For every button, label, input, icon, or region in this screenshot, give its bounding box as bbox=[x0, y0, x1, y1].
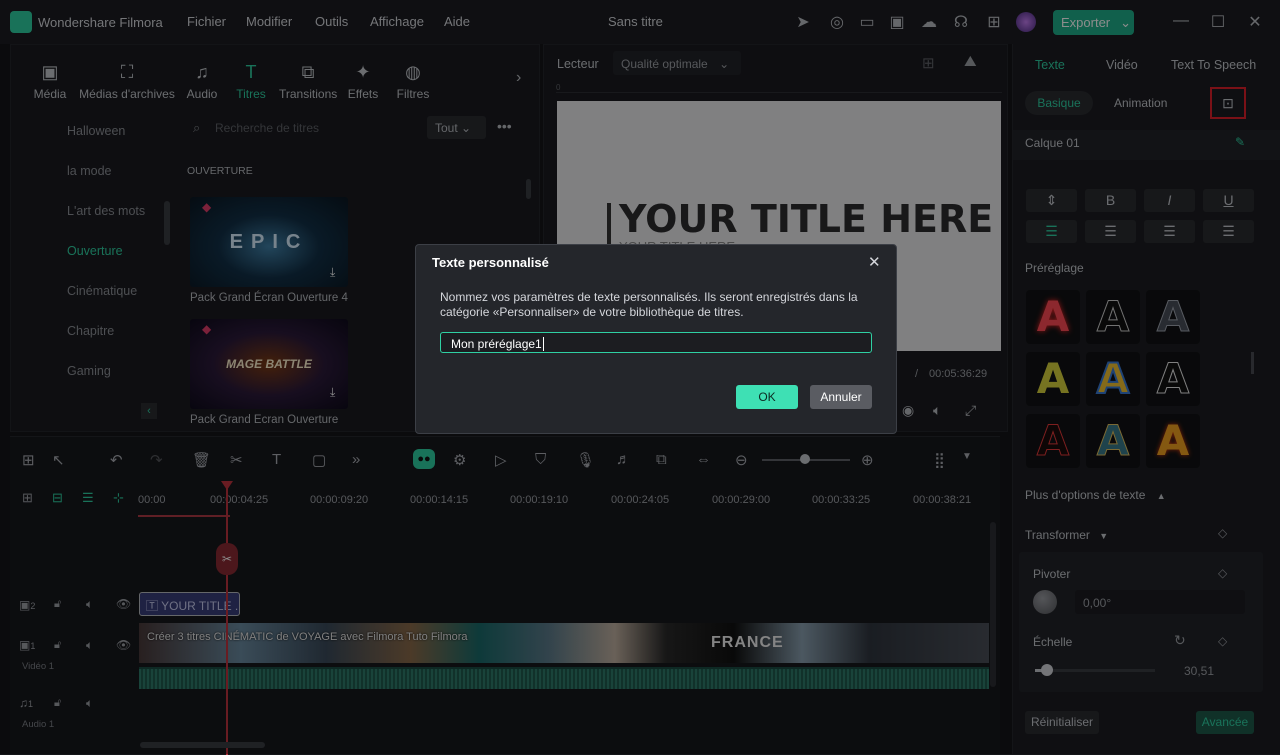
cancel-button[interactable]: Annuler bbox=[810, 385, 872, 409]
ok-button[interactable]: OK bbox=[736, 385, 798, 409]
custom-text-dialog: Texte personnalisé ✕ Nommez vos paramètr… bbox=[415, 244, 897, 434]
dialog-message: Nommez vos paramètres de texte personnal… bbox=[440, 290, 858, 319]
dialog-title: Texte personnalisé bbox=[432, 255, 549, 270]
close-icon[interactable]: ✕ bbox=[868, 253, 881, 271]
text-caret bbox=[542, 337, 544, 351]
preset-name-input[interactable]: Mon préréglage1 bbox=[440, 332, 872, 353]
